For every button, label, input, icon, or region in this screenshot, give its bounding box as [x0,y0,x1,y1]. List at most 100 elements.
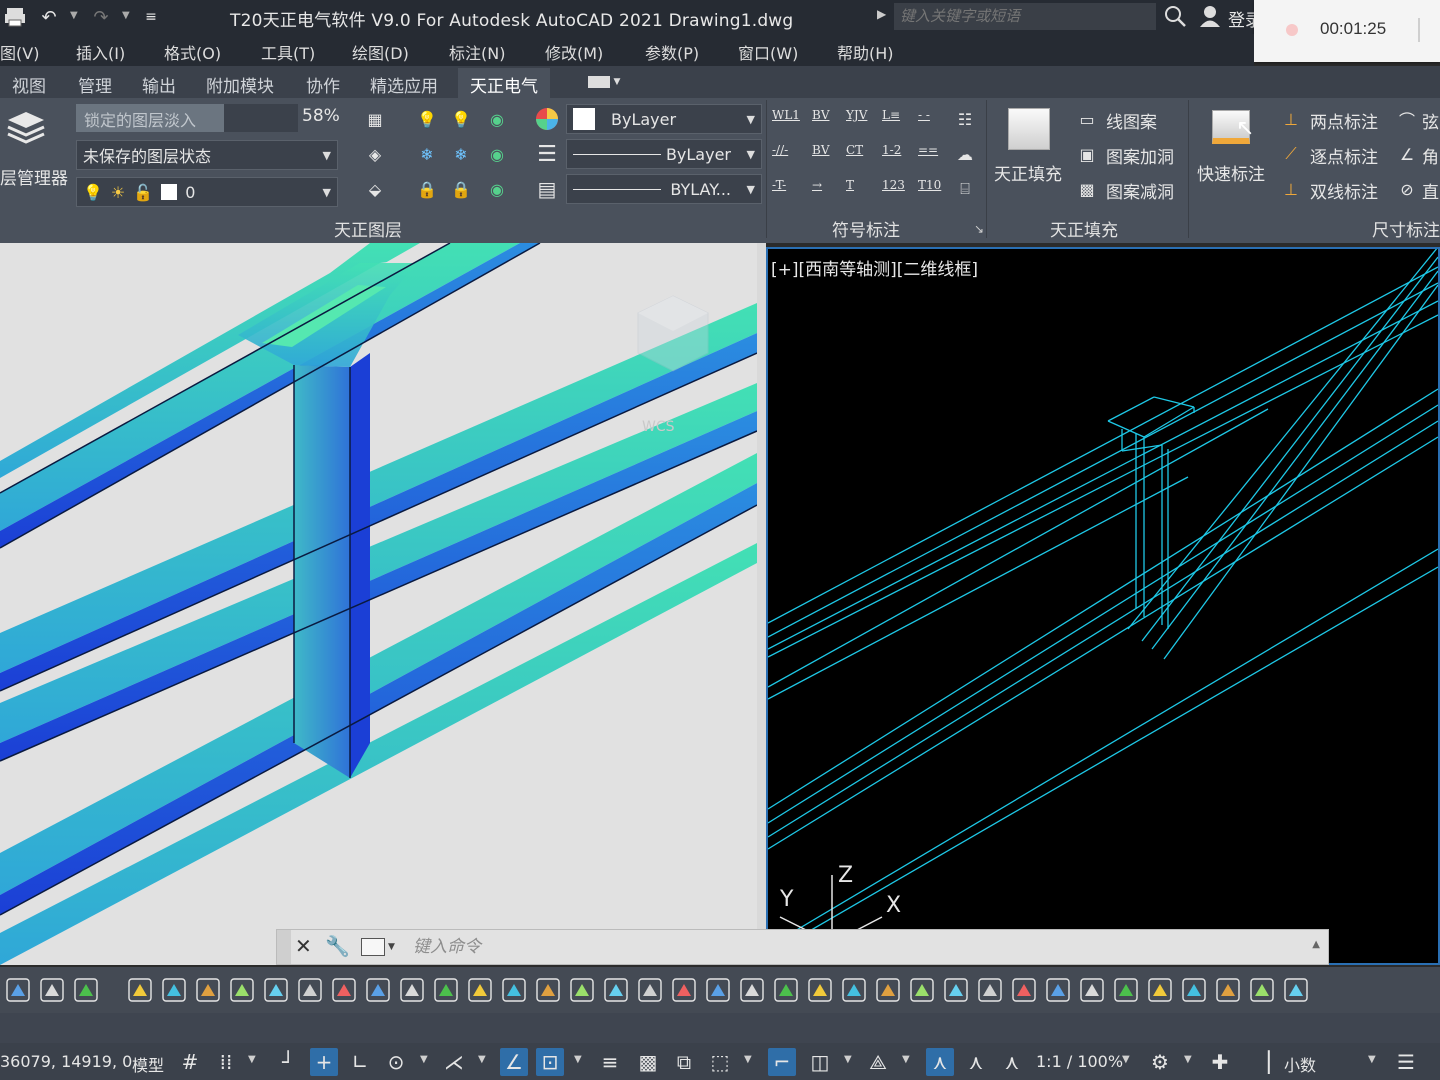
tangent-tool-button[interactable] [296,976,324,1004]
plot-icon[interactable] [2,4,28,30]
symbol-tool-button[interactable]: → [812,178,822,192]
color-wheel-icon[interactable] [534,106,560,132]
redo-dropdown-icon[interactable]: ▼ [122,10,134,21]
gizmo-icon[interactable]: ⟁ [864,1048,892,1076]
layer-thaw-icon[interactable]: ❄ [448,141,474,167]
grid-icon[interactable]: # [176,1048,204,1076]
units-dropdown-icon[interactable]: ▼ [1368,1054,1376,1065]
tangent-tool-button[interactable] [840,976,868,1004]
selection-filter-dropdown-icon[interactable]: ▼ [844,1054,852,1065]
isodraft-dropdown-icon[interactable]: ▼ [478,1054,486,1065]
customize-quick-access-icon[interactable]: ≡ [138,4,164,30]
close-icon[interactable]: ✕ [295,934,312,958]
object-snap-dropdown-icon[interactable]: ▼ [574,1054,582,1065]
selection-cycling-icon[interactable]: ⧉ [670,1048,698,1076]
tangent-fill-button[interactable]: 天正填充 [990,102,1068,192]
tangent-tool-button[interactable] [1248,976,1276,1004]
cloud-icon[interactable]: ☁ [952,141,978,167]
scale-dropdown-icon[interactable]: ▼ [1122,1054,1130,1065]
layer-lock-icon[interactable]: 🔒 [414,176,440,202]
object-snap-icon[interactable]: ⊡ [536,1048,564,1076]
lineweight-toggle-icon[interactable]: ≡ [596,1048,624,1076]
tangent-tool-button[interactable] [1078,976,1106,1004]
tab-addins[interactable]: 附加模块 [206,72,274,97]
symbol-tool-button[interactable]: 123 [882,178,905,192]
layer-state-dropdown[interactable]: 未保存的图层状态 ▼ [76,140,338,170]
annotation-scale-icon[interactable]: ⋏ [998,1048,1026,1076]
tangent-tool-button[interactable] [874,976,902,1004]
symbol-tool-button[interactable]: - - [918,108,930,122]
viewcube[interactable] [628,291,718,381]
infer-constraints-icon[interactable]: ┘ [274,1048,302,1076]
viewcube-wcs-label[interactable]: WCS [642,419,675,435]
menu-item[interactable]: 格式(O) [164,40,221,64]
symbol-tool-button[interactable]: BV [812,143,829,157]
tangent-tool-button[interactable] [636,976,664,1004]
wrench-icon[interactable]: 🔧 [325,934,350,958]
annotation-visibility-icon[interactable]: ⋏ [926,1048,954,1076]
layer-isolate-icon[interactable]: ⬙ [362,176,388,202]
search-input[interactable] [894,3,1156,30]
chevron-up-icon[interactable]: ▲ [1312,939,1320,950]
undo-dropdown-icon[interactable]: ▼ [70,10,82,21]
tangent-tool-button[interactable] [38,976,66,1004]
polar-icon[interactable]: ⊙ [382,1048,410,1076]
tangent-tool-button[interactable] [72,976,100,1004]
units-icon[interactable]: ▕ [1248,1048,1276,1076]
lineweight-dropdown[interactable]: BYLAY... ▼ [566,174,762,204]
add-icon[interactable]: ✚ [1206,1048,1234,1076]
menu-item[interactable]: 帮助(H) [837,40,894,64]
symbol-tool-button[interactable]: == [918,143,938,157]
layer-match-icon[interactable]: ▦ [362,106,388,132]
record-indicator-icon[interactable] [1286,24,1298,36]
menu-item[interactable]: 插入(I) [76,40,125,64]
layer-freeze-all-icon[interactable]: ◉ [484,141,510,167]
tangent-tool-button[interactable] [806,976,834,1004]
selection-filter-icon[interactable]: ◫ [806,1048,834,1076]
tab-collaborate[interactable]: 协作 [306,72,340,97]
tangent-tool-button[interactable] [1146,976,1174,1004]
layer-lock-all-icon[interactable]: ◉ [484,176,510,202]
layer-dropdown[interactable]: 💡 ☀ 🔓 0 ▼ [76,177,338,207]
layer-on-icon[interactable]: 💡 [414,106,440,132]
transparency-icon[interactable]: ▩ [634,1048,662,1076]
dim-angle-button[interactable]: ∠ 角 [1394,141,1440,169]
symbol-tool-button[interactable]: T [846,178,854,192]
tangent-tool-button[interactable] [772,976,800,1004]
tangent-tool-button[interactable] [942,976,970,1004]
tab-output[interactable]: 输出 [142,72,176,97]
tangent-tool-button[interactable] [126,976,154,1004]
tangent-tool-button[interactable] [330,976,358,1004]
viewport-divider[interactable] [757,243,766,965]
tangent-tool-button[interactable] [160,976,188,1004]
tangent-tool-button[interactable] [908,976,936,1004]
layer-manager-button[interactable]: 层管理器 [0,102,72,192]
dynamic-ucs-icon[interactable]: ⌐ [768,1048,796,1076]
tangent-tool-button[interactable] [534,976,562,1004]
object-snap-tracking-icon[interactable]: ∠ [500,1048,528,1076]
dynamic-input-icon[interactable]: + [310,1048,338,1076]
layer-unlock-icon[interactable]: 🔒 [448,176,474,202]
user-icon[interactable] [1198,4,1222,32]
layer-on-all-icon[interactable]: ◉ [484,106,510,132]
tab-tangent-electric[interactable]: 天正电气 [458,68,550,98]
gear-icon[interactable]: ⚙ [1146,1048,1174,1076]
tab-view[interactable]: 视图 [12,72,46,97]
tangent-tool-button[interactable] [228,976,256,1004]
tangent-tool-button[interactable] [976,976,1004,1004]
command-line-grip[interactable] [277,930,291,964]
ribbon-minimize-button[interactable]: ▼ [584,70,624,94]
symbol-tool-button[interactable]: WL1 [772,108,800,122]
polar-dropdown-icon[interactable]: ▼ [420,1054,428,1065]
snap-dropdown-icon[interactable]: ▼ [248,1054,256,1065]
snap-icon[interactable]: ⁞⁞ [212,1048,240,1076]
color-dropdown[interactable]: ByLayer ▼ [566,104,762,134]
tangent-tool-button[interactable] [1214,976,1242,1004]
tangent-tool-button[interactable] [1112,976,1140,1004]
menu-item[interactable]: 参数(P) [645,40,699,64]
menu-item[interactable]: 修改(M) [545,40,603,64]
symbol-tool-button[interactable]: 1-2 [882,143,901,157]
symbol-tool-button[interactable]: -//- [772,143,788,157]
symbol-tool-button[interactable]: T10 [918,178,941,192]
units-value[interactable]: 小数 [1284,1052,1316,1076]
